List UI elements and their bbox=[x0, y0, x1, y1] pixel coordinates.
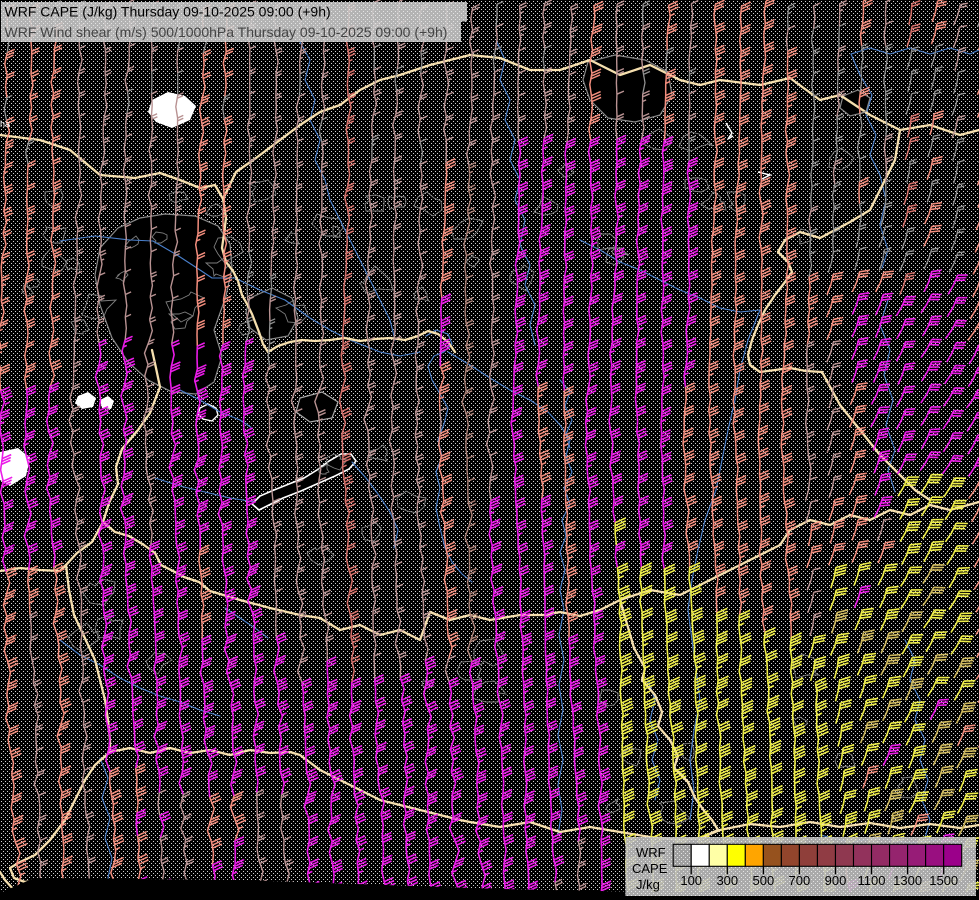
svg-text:WRF: WRF bbox=[636, 845, 666, 860]
svg-text:1500: 1500 bbox=[929, 873, 958, 888]
svg-text:1300: 1300 bbox=[893, 873, 922, 888]
svg-text:1100: 1100 bbox=[858, 873, 886, 888]
svg-text:700: 700 bbox=[789, 873, 811, 888]
svg-text:500: 500 bbox=[753, 873, 775, 888]
svg-text:CAPE: CAPE bbox=[632, 861, 668, 876]
svg-text:Pha: Pha bbox=[0, 119, 10, 129]
svg-text:WRF CAPE (J/kg) Thursday 09-10: WRF CAPE (J/kg) Thursday 09-10-2025 09:0… bbox=[5, 4, 331, 20]
svg-text:900: 900 bbox=[825, 873, 847, 888]
svg-text:WRF Wind shear (m/s) 500/1000h: WRF Wind shear (m/s) 500/1000hPa Thursda… bbox=[5, 24, 448, 40]
svg-text:100: 100 bbox=[680, 873, 702, 888]
svg-text:J/kg: J/kg bbox=[636, 877, 660, 892]
svg-text:300: 300 bbox=[716, 873, 738, 888]
